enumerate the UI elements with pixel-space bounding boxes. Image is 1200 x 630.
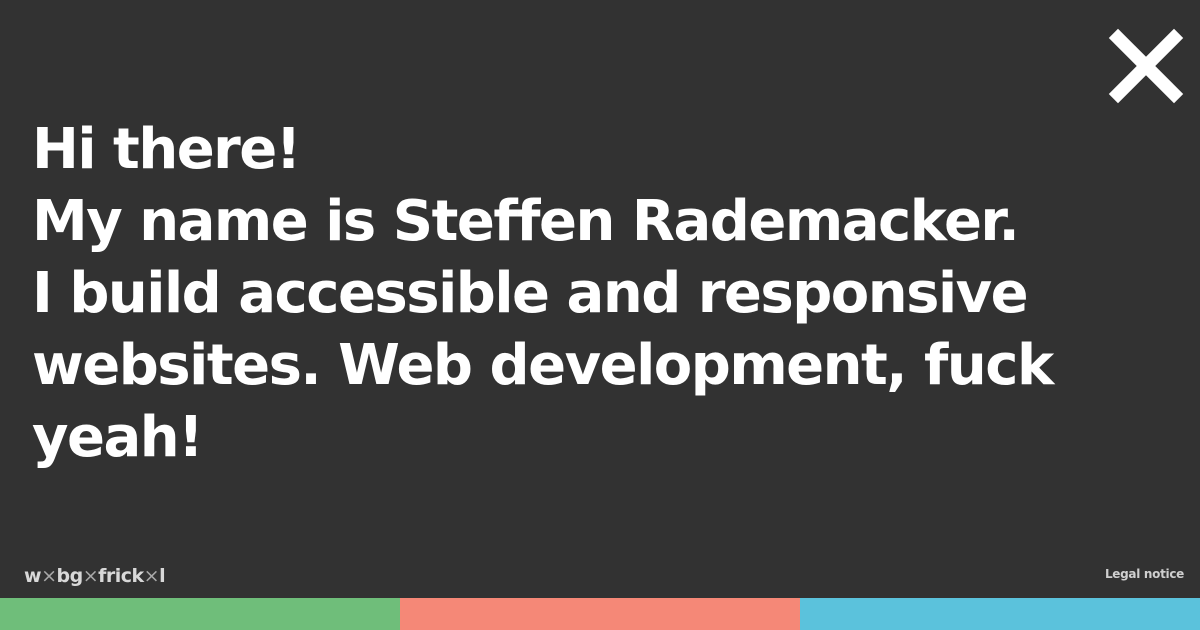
color-bar-salmon bbox=[400, 598, 800, 630]
logo-part: l bbox=[159, 565, 166, 587]
logo-part: w bbox=[24, 565, 42, 587]
intro-heading: Hi there! My name is Steffen Rademacker.… bbox=[32, 114, 1142, 474]
logo-part: frick bbox=[98, 565, 144, 587]
color-bar bbox=[0, 598, 1200, 630]
logo-part: bg bbox=[56, 565, 83, 587]
logo-separator: × bbox=[41, 565, 57, 587]
intro-line-yeah: yeah! bbox=[32, 405, 204, 470]
close-button[interactable] bbox=[1108, 28, 1184, 104]
close-icon bbox=[1108, 28, 1184, 104]
legal-notice-link[interactable]: Legal notice bbox=[1105, 566, 1184, 582]
intro-line-build: I build accessible and responsive bbox=[32, 261, 1029, 326]
color-bar-green bbox=[0, 598, 400, 630]
intro-line-websites: websites. Web development, fuck bbox=[32, 333, 1054, 398]
site-logo[interactable]: w×bg×frick×l bbox=[24, 564, 166, 588]
logo-separator: × bbox=[143, 565, 160, 587]
logo-separator: × bbox=[82, 565, 99, 587]
intro-line-name: My name is Steffen Rademacker. bbox=[32, 189, 1020, 254]
color-bar-blue bbox=[800, 598, 1200, 630]
intro-line-greeting: Hi there! bbox=[32, 117, 301, 182]
